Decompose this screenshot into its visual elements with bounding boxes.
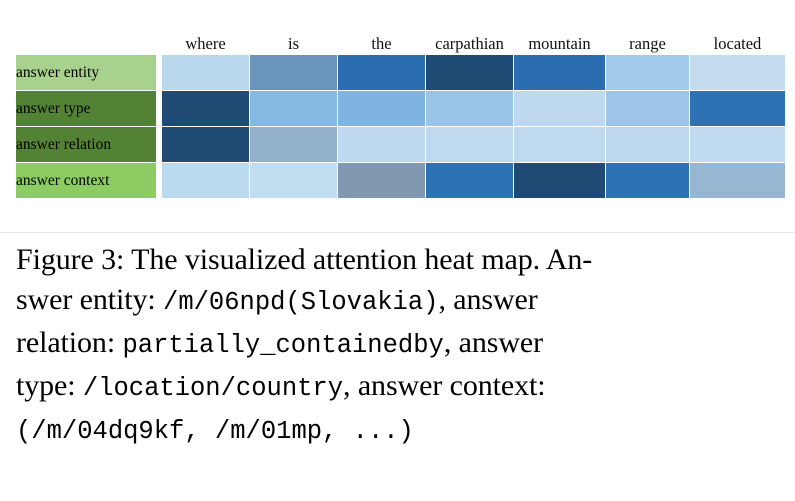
heat-cell-entity-mountain <box>513 54 606 91</box>
table-row: answer entity <box>15 54 786 91</box>
heat-cell-type-is <box>249 90 338 127</box>
caption-line-1-text: Figure 3: The visualized attention heat … <box>16 243 593 276</box>
column-header-carpathian: carpathian <box>435 34 504 53</box>
heat-cell-context-where <box>161 162 250 199</box>
caption-line-4: type: /location/country, answer context: <box>16 366 782 409</box>
heat-cell-context-the <box>337 162 426 199</box>
column-header-range: range <box>629 34 666 53</box>
caption-answer-type-value: /location/country <box>82 374 344 403</box>
heat-cell-relation-is <box>249 126 338 163</box>
column-header-is: is <box>287 34 299 53</box>
caption-line-4-suffix: , answer context: <box>343 369 546 402</box>
heat-cell-type-range <box>605 90 690 127</box>
heat-cell-context-located <box>689 162 786 199</box>
heat-cell-relation-where <box>161 126 250 163</box>
column-header-located: located <box>713 34 762 53</box>
column-header-where: where <box>185 34 226 53</box>
caption-line-2-suffix: , answer <box>438 283 538 316</box>
caption-line-1: Figure 3: The visualized attention heat … <box>16 240 782 280</box>
table-row: answer type <box>15 90 786 127</box>
row-label-answer-context: answer context <box>15 162 157 199</box>
attention-heatmap-table: where is the carpathian mountain range l… <box>15 28 786 199</box>
table-row: answer context <box>15 162 786 199</box>
heat-cell-entity-the <box>337 54 426 91</box>
heat-cell-entity-is <box>249 54 338 91</box>
heat-cell-type-mountain <box>513 90 606 127</box>
heat-cell-relation-located <box>689 126 786 163</box>
heatmap-column-header-row: where is the carpathian mountain range l… <box>16 28 786 55</box>
heat-cell-relation-the <box>337 126 426 163</box>
heat-cell-context-mountain <box>513 162 606 199</box>
figure-attention-heatmap: where is the carpathian mountain range l… <box>0 0 795 233</box>
row-label-answer-relation: answer relation <box>15 126 157 163</box>
heat-cell-relation-mountain <box>513 126 606 163</box>
heat-cell-entity-where <box>161 54 250 91</box>
heat-cell-type-located <box>689 90 786 127</box>
heat-cell-entity-range <box>605 54 690 91</box>
heat-cell-type-carpathian <box>425 90 514 127</box>
caption-line-3-suffix: , answer <box>443 326 543 359</box>
heat-cell-relation-carpathian <box>425 126 514 163</box>
caption-line-4-prefix: type: <box>16 369 83 402</box>
caption-line-2-prefix: swer entity: <box>16 283 164 316</box>
heat-cell-entity-carpathian <box>425 54 514 91</box>
row-label-answer-type: answer type <box>15 90 157 127</box>
caption-line-3: relation: partially_containedby, answer <box>16 323 782 366</box>
caption-line-2: swer entity: /m/06npd(Slovakia), answer <box>16 280 782 323</box>
heat-cell-type-where <box>161 90 250 127</box>
heat-cell-context-range <box>605 162 690 199</box>
caption-line-5: (/m/04dq9kf, /m/01mp, ...) <box>16 409 782 452</box>
caption-answer-relation-value: partially_containedby <box>122 331 444 360</box>
column-header-the: the <box>371 34 392 53</box>
heatmap-corner-cell <box>16 28 157 55</box>
column-header-mountain: mountain <box>528 34 591 53</box>
caption-answer-context-value: (/m/04dq9kf, /m/01mp, ...) <box>16 417 414 446</box>
heat-cell-relation-range <box>605 126 690 163</box>
caption-answer-entity-value: /m/06npd(Slovakia) <box>163 288 439 317</box>
row-label-answer-entity: answer entity <box>15 54 157 91</box>
heat-cell-entity-located <box>689 54 786 91</box>
figure-caption: Figure 3: The visualized attention heat … <box>16 240 782 452</box>
caption-line-3-prefix: relation: <box>16 326 123 359</box>
heat-cell-context-is <box>249 162 338 199</box>
table-row: answer relation <box>15 126 786 163</box>
heat-cell-type-the <box>337 90 426 127</box>
heat-cell-context-carpathian <box>425 162 514 199</box>
